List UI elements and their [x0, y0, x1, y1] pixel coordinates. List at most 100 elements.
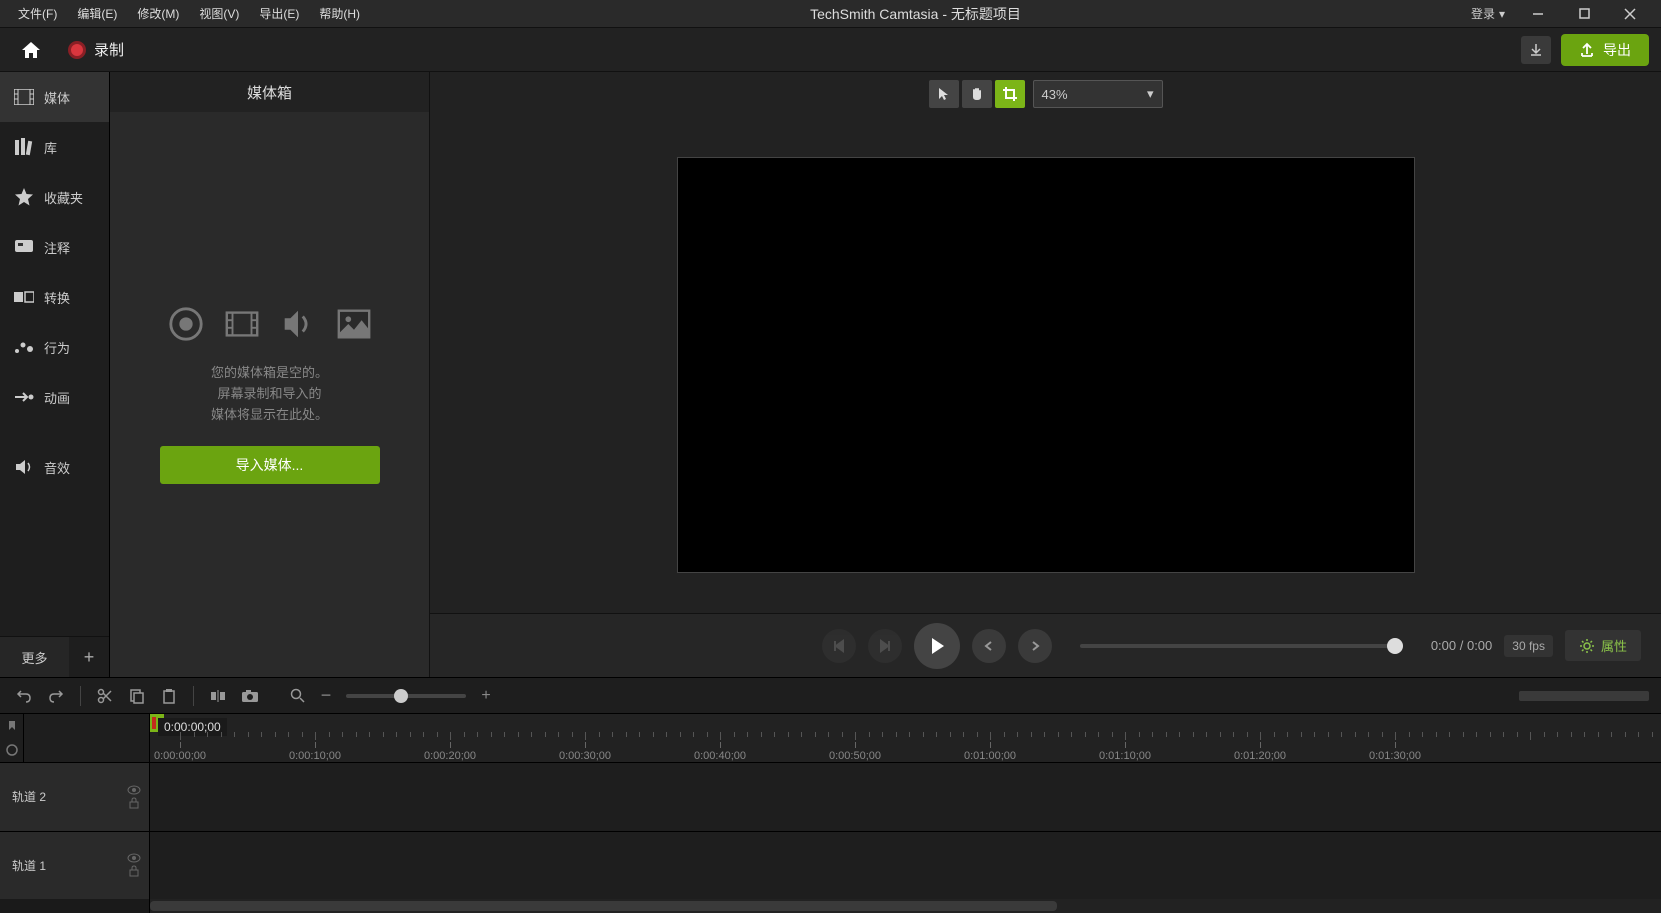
record-icon — [68, 41, 86, 59]
prev-frame-button[interactable] — [822, 629, 856, 663]
download-button[interactable] — [1521, 36, 1551, 64]
ruler-tick: 0:00:10;00 — [289, 750, 341, 762]
split-button[interactable] — [206, 684, 230, 708]
fps-selector[interactable]: 30 fps — [1504, 635, 1553, 657]
timeline-overview[interactable] — [1519, 691, 1649, 701]
timeline-zoom-slider[interactable] — [346, 694, 466, 698]
zoom-select[interactable]: 43% ▾ — [1033, 80, 1163, 108]
close-button[interactable] — [1607, 0, 1653, 28]
marker-toggle[interactable] — [0, 714, 23, 738]
marker-icon — [6, 720, 18, 732]
login-button[interactable]: 登录▾ — [1461, 5, 1515, 22]
main-area: 媒体 库 收藏夹 注释 转换 行为 动画 音效 — [0, 72, 1661, 677]
menu-help[interactable]: 帮助(H) — [309, 5, 370, 22]
scissors-icon — [97, 688, 113, 704]
sidebar-more[interactable]: 更多 — [0, 637, 69, 677]
transition-icon — [14, 290, 34, 304]
plus-icon: + — [84, 647, 95, 668]
snapshot-button[interactable] — [238, 684, 262, 708]
menu-view[interactable]: 视图(V) — [189, 5, 249, 22]
cut-button[interactable] — [93, 684, 117, 708]
track-name: 轨道 2 — [12, 788, 46, 805]
menu-edit[interactable]: 编辑(E) — [67, 5, 127, 22]
search-icon — [290, 688, 306, 704]
ruler-tick: 0:01:10;00 — [1099, 750, 1151, 762]
undo-icon — [16, 688, 32, 704]
zoom-slider-knob[interactable] — [394, 689, 408, 703]
sidebar-item-annotations[interactable]: 注释 — [0, 222, 109, 272]
timeline: + 0:00:00;00 0:00:00;000:00:10;000:00:20… — [0, 713, 1661, 913]
eye-icon[interactable] — [127, 785, 141, 795]
callout-icon — [14, 239, 34, 255]
timeline-toolbar: − + — [0, 677, 1661, 713]
behavior-icon — [14, 339, 34, 355]
sidebar-item-library[interactable]: 库 — [0, 122, 109, 172]
sidebar-item-favorites[interactable]: 收藏夹 — [0, 172, 109, 222]
menu-export[interactable]: 导出(E) — [249, 5, 309, 22]
track-label-1[interactable]: 轨道 1 — [0, 832, 150, 900]
lock-icon[interactable] — [127, 797, 141, 809]
sidebar-add[interactable]: + — [69, 637, 109, 677]
playback-slider[interactable] — [1080, 644, 1403, 648]
ruler-tick: 0:01:20;00 — [1234, 750, 1286, 762]
sidebar-item-media[interactable]: 媒体 — [0, 72, 109, 122]
redo-button[interactable] — [44, 684, 68, 708]
ruler-tick: 0:00:40;00 — [694, 750, 746, 762]
track-label-2[interactable]: 轨道 2 — [0, 763, 150, 831]
ruler-tick: 0:00:20;00 — [424, 750, 476, 762]
preview-canvas[interactable] — [677, 157, 1415, 573]
sidebar-item-audio[interactable]: 音效 — [0, 442, 109, 492]
ruler-tick: 0:00:00;00 — [154, 750, 206, 762]
timeline-scroll-track[interactable] — [150, 899, 1661, 913]
timeline-scroll-thumb[interactable] — [150, 901, 1057, 911]
next-marker-button[interactable] — [1018, 629, 1052, 663]
zoom-out-button[interactable]: − — [314, 684, 338, 708]
slider-knob[interactable] — [1387, 638, 1403, 654]
timeline-scrollbar — [0, 899, 1661, 913]
ruler-tick: 0:00:30;00 — [559, 750, 611, 762]
sidebar-item-animations[interactable]: 动画 — [0, 372, 109, 422]
track-body-1[interactable] — [150, 832, 1661, 900]
next-frame-button[interactable] — [868, 629, 902, 663]
export-button[interactable]: 导出 — [1561, 34, 1649, 66]
ruler-tick: 0:01:30;00 — [1369, 750, 1421, 762]
sidebar-item-transitions[interactable]: 转换 — [0, 272, 109, 322]
menu-file[interactable]: 文件(F) — [8, 5, 67, 22]
prev-marker-button[interactable] — [972, 629, 1006, 663]
eye-icon[interactable] — [127, 853, 141, 863]
main-toolbar: 录制 导出 — [0, 28, 1661, 72]
record-button[interactable]: 录制 — [60, 35, 132, 64]
play-button[interactable] — [914, 623, 960, 669]
home-button[interactable] — [12, 35, 50, 65]
menu-modify[interactable]: 修改(M) — [127, 5, 189, 22]
filmstrip-icon — [14, 89, 34, 105]
sidebar-label: 库 — [44, 138, 57, 157]
timeline-track-2: 轨道 2 — [0, 762, 1661, 831]
maximize-button[interactable] — [1561, 0, 1607, 28]
sidebar-item-behaviors[interactable]: 行为 — [0, 322, 109, 372]
sidebar-label: 动画 — [44, 388, 70, 407]
lock-icon[interactable] — [127, 865, 141, 877]
properties-button[interactable]: 属性 — [1565, 630, 1641, 661]
import-media-button[interactable]: 导入媒体... — [160, 446, 380, 484]
zoom-in-button[interactable]: + — [474, 684, 498, 708]
pan-tool[interactable] — [962, 80, 992, 108]
canvas-area: 43% ▾ 0:00 / 0:00 30 fps 属性 — [430, 72, 1661, 677]
track-body-2[interactable] — [150, 763, 1661, 831]
minimize-button[interactable] — [1515, 0, 1561, 28]
undo-button[interactable] — [12, 684, 36, 708]
crop-icon — [1002, 86, 1018, 102]
timeline-ruler[interactable]: 0:00:00;00 0:00:00;000:00:10;000:00:20;0… — [150, 714, 1661, 762]
sidebar: 媒体 库 收藏夹 注释 转换 行为 动画 音效 — [0, 72, 110, 677]
export-icon — [1579, 42, 1595, 58]
camera-icon — [241, 689, 259, 703]
maximize-icon — [1579, 8, 1590, 19]
paste-button[interactable] — [157, 684, 181, 708]
sidebar-label: 行为 — [44, 338, 70, 357]
quiz-toggle[interactable] — [0, 738, 23, 762]
video-type-icon — [223, 305, 261, 343]
copy-button[interactable] — [125, 684, 149, 708]
crop-tool[interactable] — [995, 80, 1025, 108]
select-tool[interactable] — [929, 80, 959, 108]
close-icon — [1624, 8, 1636, 20]
